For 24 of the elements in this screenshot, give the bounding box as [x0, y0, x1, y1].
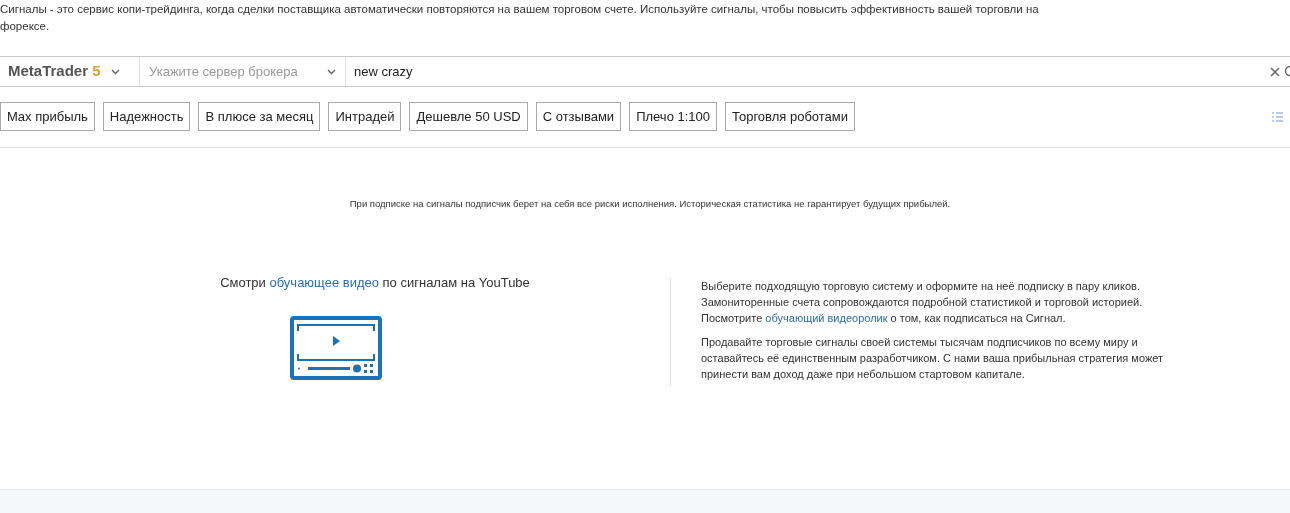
video-promo-text: Смотри обучающее видео по сигналам на YouTube	[220, 274, 530, 293]
filter-chip[interactable]: С отзывами	[535, 102, 622, 131]
filter-chip[interactable]: Интрадей	[328, 102, 402, 131]
intro-text: Сигналы - это сервис копи-трейдинга, когда сделки поставщика автоматически повторяются на вашем торговом счете. Используйте сигналы, чтобы повысить эффективность вашей торговли на форексе.	[0, 2, 1040, 34]
platform-name: MetaTrader 5	[8, 61, 101, 82]
disclaimer-text: При подписке на сигналы подписчик берет на себя все риски исполнения. Историческая статистика не гарантирует будущих прибылей.	[348, 197, 952, 211]
chevron-down-icon	[327, 68, 336, 75]
platform-selector[interactable]: MetaTrader 5	[0, 57, 140, 86]
link[interactable]: обучающее видео	[269, 275, 379, 291]
filter-chip[interactable]: В плюсе за месяц	[198, 102, 321, 131]
filter-chip[interactable]: Торговля роботами	[725, 102, 855, 131]
search-field[interactable]: new crazy	[346, 57, 1270, 86]
server-field[interactable]: Укажите сервер брокера	[149, 61, 319, 82]
filter-chip[interactable]: Надежность	[102, 102, 191, 131]
close-icon[interactable]	[1270, 66, 1280, 77]
search-icon[interactable]	[1284, 65, 1290, 78]
filter-chip[interactable]: Max прибыль	[0, 102, 95, 131]
link[interactable]: обучающий видеоролик	[765, 312, 888, 325]
chevron-down-icon	[110, 68, 120, 75]
video-player-icon	[289, 315, 382, 380]
filter-chip[interactable]: Плечо 1:100	[629, 102, 717, 131]
filter-chip[interactable]: Дешевле 50 USD	[409, 102, 528, 131]
info-paragraph: Выберите подходящую торговую систему и оформите на неё подписку в пару кликов. Замониторенные счета сопровождаются подробной статистикой и торговой историей. Посмотрите обучающий видеоролик о том, как подписаться на Сигнал.	[701, 279, 1144, 327]
info-paragraph: Продавайте торговые сигналы своей системы тысячам подписчиков по всему миру и оставайтесь её единственным разработчиком. С нами ваша прибыльная стратегия может принести вам доход даже при небольшом стартовом капитале.	[701, 335, 1165, 383]
